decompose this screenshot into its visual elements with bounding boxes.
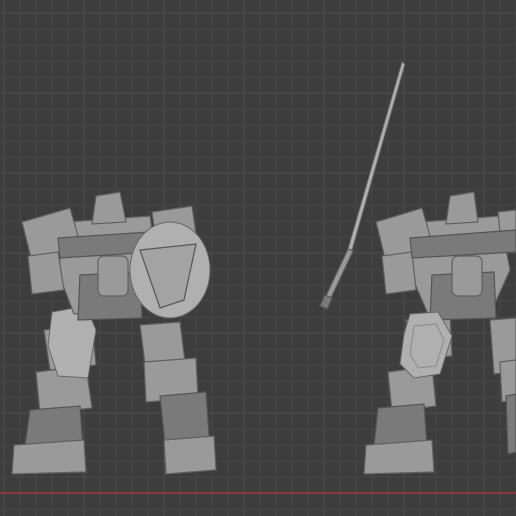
viewport-canvas[interactable]	[0, 0, 516, 516]
3d-viewport[interactable]	[0, 0, 516, 516]
thigh-armor-plate-selected[interactable]	[399, 311, 453, 379]
